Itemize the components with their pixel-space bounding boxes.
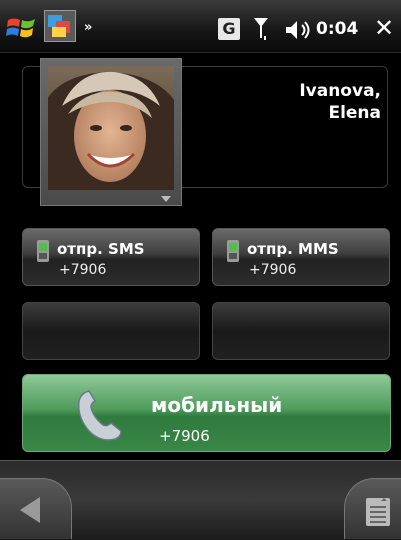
back-button[interactable]	[0, 478, 72, 539]
call-label: мобильный	[151, 393, 283, 417]
phone-mms-icon	[227, 240, 239, 262]
empty-slot-left[interactable]	[22, 302, 200, 360]
empty-slot-right[interactable]	[212, 302, 390, 360]
contact-name: Ivanova, Elena	[221, 80, 381, 124]
more-indicator[interactable]: »	[84, 20, 92, 35]
phone-sms-icon	[37, 240, 49, 262]
clock[interactable]: 0:04	[316, 19, 358, 39]
send-mms-label: отпр. MMS	[247, 240, 339, 258]
send-sms-number: +7906	[59, 262, 107, 278]
contact-first-name: Elena	[328, 103, 381, 123]
menu-button[interactable]	[344, 478, 401, 539]
app-switch-icon[interactable]	[44, 10, 76, 42]
menu-icon	[366, 498, 390, 526]
windows-start-icon[interactable]	[6, 14, 38, 42]
send-mms-number: +7906	[249, 262, 297, 278]
network-badge: G	[218, 18, 240, 40]
volume-icon[interactable]	[284, 18, 314, 42]
contact-photo-frame[interactable]	[40, 58, 182, 206]
contact-photo	[48, 66, 174, 190]
back-arrow-icon	[20, 497, 40, 523]
call-mobile-button[interactable]: мобильный +7906	[22, 374, 391, 452]
close-icon[interactable]: ✕	[374, 14, 394, 42]
send-sms-label: отпр. SMS	[57, 240, 145, 258]
send-sms-button[interactable]: отпр. SMS +7906	[22, 228, 200, 286]
contact-last-name: Ivanova,	[299, 81, 381, 101]
signal-icon[interactable]	[252, 16, 270, 42]
photo-menu-arrow-icon[interactable]	[161, 196, 171, 202]
handset-icon	[77, 390, 122, 441]
send-mms-button[interactable]: отпр. MMS +7906	[212, 228, 390, 286]
call-number: +7906	[159, 427, 210, 445]
status-bar: » G 0:04 ✕	[0, 0, 401, 53]
